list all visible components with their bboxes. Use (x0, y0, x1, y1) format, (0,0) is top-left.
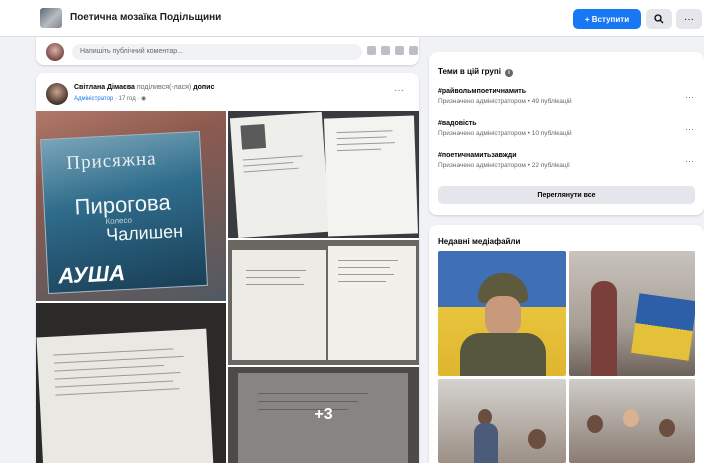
book-title-line-1: Присяжна (65, 148, 158, 174)
search-button[interactable] (646, 9, 672, 29)
text-line (55, 388, 180, 396)
photo-grid: Присяжна Пирогова Колесо Чалишен АУША +3 (36, 111, 419, 463)
post-more-icon[interactable]: ··· (394, 85, 404, 96)
recent-media-card: Недавні медіафайли (429, 225, 704, 463)
post-author-line: Світлана Дімаєва поділився(-лася) допис (74, 84, 214, 91)
text-line (338, 281, 386, 282)
person-head (587, 415, 603, 433)
group-topics-card: Теми в цій групі i #райвольмпоетичнамить … (429, 52, 704, 215)
camera-icon[interactable] (381, 46, 390, 55)
group-thumbnail[interactable] (40, 8, 62, 28)
topics-heading: Теми в цій групі i (438, 67, 513, 77)
text-line (54, 364, 165, 372)
book-page-right (328, 246, 416, 360)
topic-name[interactable]: #поетичнамитьзавжди (438, 152, 698, 159)
topic-name[interactable]: #вадовість (438, 120, 698, 127)
photo-book-cover[interactable]: Присяжна Пирогова Колесо Чалишен АУША (36, 111, 226, 301)
text-line (53, 355, 184, 364)
person-body (474, 423, 498, 463)
book-page-right (323, 115, 419, 237)
text-line (242, 155, 303, 161)
text-line (246, 284, 304, 285)
media-photo-event-2[interactable] (569, 379, 695, 463)
book-page-left (229, 111, 331, 238)
face-shape (485, 296, 521, 336)
text-line (337, 148, 382, 152)
topic-more-icon[interactable]: ··· (685, 156, 694, 166)
topics-heading-text: Теми в цій групі (438, 67, 501, 76)
book-cover: Присяжна Пирогова Колесо Чалишен АУША (40, 130, 208, 295)
join-group-button[interactable]: + Вступити (573, 9, 641, 29)
text-line (246, 277, 300, 278)
more-icon: ··· (684, 13, 694, 25)
text-line (338, 267, 390, 268)
search-icon (654, 14, 664, 24)
book-title-line-5: АУША (57, 260, 126, 289)
avatar[interactable] (46, 43, 64, 61)
topic-more-icon[interactable]: ··· (685, 124, 694, 134)
sticker-icon[interactable] (409, 46, 418, 55)
emoji-icon[interactable] (367, 46, 376, 55)
text-line (243, 162, 294, 167)
person-shape (591, 281, 617, 376)
book-page-left (232, 250, 326, 360)
person-head (659, 419, 675, 437)
topic-subtitle: Призначено адміністратором • 22 публікац… (438, 162, 570, 169)
more-photos-count[interactable]: +3 (228, 367, 419, 463)
text-line (54, 372, 181, 380)
post-meta: Адміністратор · 17 год · ◉ (74, 95, 146, 102)
text-line (338, 274, 394, 275)
text-line (243, 167, 299, 173)
photo-open-book-2[interactable] (228, 240, 419, 365)
author-avatar[interactable] (46, 83, 68, 105)
media-photo-soldier[interactable] (438, 251, 566, 376)
photo-open-book-1[interactable] (228, 111, 419, 238)
book-page (36, 328, 214, 463)
topic-item[interactable]: #поетичнамитьзавжди Призначено адміністр… (438, 152, 698, 169)
see-all-topics-button[interactable]: Переглянути все (438, 186, 695, 204)
shared-text: поділився(-лася) (136, 84, 192, 91)
text-line (338, 260, 398, 261)
page-photo (240, 123, 267, 150)
group-name[interactable]: Поетична мозаїка Подільщини (70, 12, 221, 23)
group-header-bar: Поетична мозаїка Подільщини + Вступити ·… (0, 0, 704, 37)
shared-post: Світлана Дімаєва поділився(-лася) допис … (36, 73, 419, 463)
text-line (55, 380, 173, 388)
privacy-icon: ◉ (141, 96, 147, 102)
body-shape (460, 333, 546, 376)
media-heading: Недавні медіафайли (438, 237, 521, 246)
book-title-line-4: Чалишен (105, 220, 184, 245)
shared-target-link[interactable]: допис (193, 84, 214, 91)
photo-book-page[interactable] (36, 303, 226, 463)
flag-shape (631, 293, 695, 361)
topic-subtitle: Призначено адміністратором • 10 публікац… (438, 130, 572, 137)
text-line (336, 130, 393, 134)
topic-item[interactable]: #райвольмпоетичнамить Призначено адмініс… (438, 88, 698, 105)
media-photo-event-1[interactable] (438, 379, 566, 463)
info-icon[interactable]: i (504, 69, 513, 77)
topic-item[interactable]: #вадовість Призначено адміністратором • … (438, 120, 698, 137)
topic-subtitle: Призначено адміністратором • 49 публікац… (438, 98, 572, 105)
gif-icon[interactable] (395, 46, 404, 55)
topic-name[interactable]: #райвольмпоетичнамить (438, 88, 698, 95)
text-line (336, 136, 387, 140)
admin-badge[interactable]: Адміністратор (74, 96, 113, 102)
media-photo-flag[interactable] (569, 251, 695, 376)
more-options-button[interactable]: ··· (676, 9, 702, 29)
photo-more[interactable]: +3 (228, 367, 419, 463)
text-line (53, 348, 174, 356)
person-head (623, 409, 639, 427)
text-line (336, 142, 395, 146)
text-line (246, 270, 306, 271)
comment-input[interactable]: Напишіть публічний коментар... (72, 44, 362, 60)
person-head (528, 429, 546, 449)
comment-composer: Напишіть публічний коментар... (36, 37, 419, 65)
author-name[interactable]: Світлана Дімаєва (74, 84, 135, 91)
post-time[interactable]: · 17 год · (115, 96, 141, 102)
topic-more-icon[interactable]: ··· (685, 92, 694, 102)
